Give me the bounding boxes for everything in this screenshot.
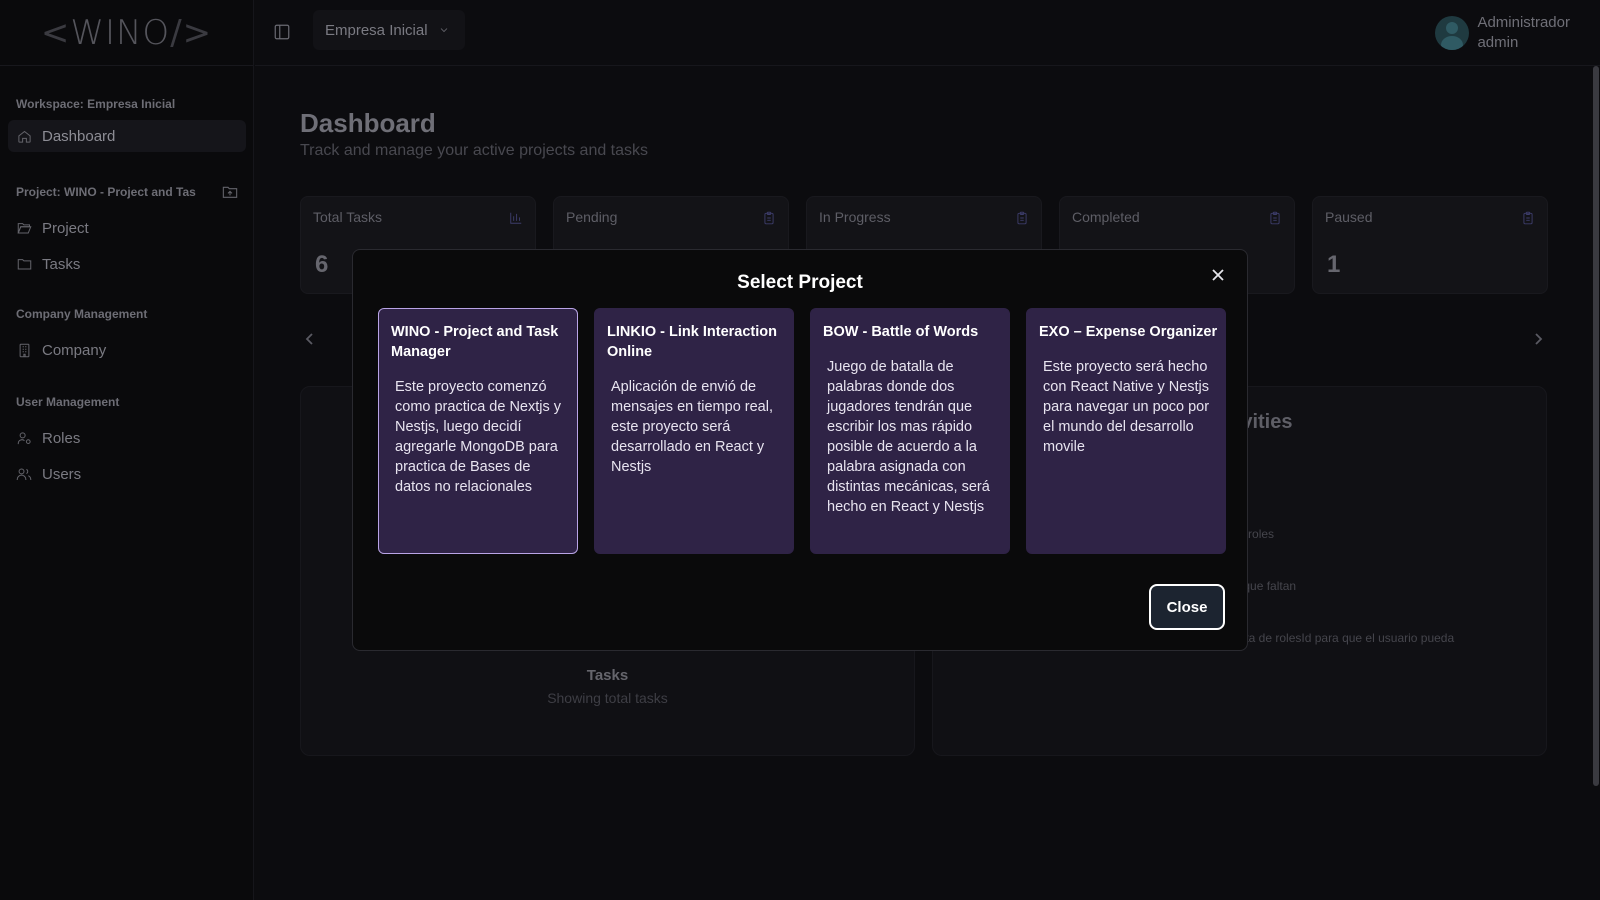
project-name: LINKIO - Link Interaction Online [607,324,777,360]
project-name: WINO - Project and Task Manager [391,324,559,360]
project-name: EXO – Expense Organizer [1039,324,1218,340]
project-card-exo[interactable]: EXO – Expense Organizer Este proyecto se… [1026,308,1226,554]
project-card-bow[interactable]: BOW - Battle of Words Juego de batalla d… [810,308,1010,554]
project-name: BOW - Battle of Words [823,324,979,340]
project-card-linkio[interactable]: LINKIO - Link Interaction Online Aplicac… [594,308,794,554]
project-card-wino[interactable]: WINO - Project and Task Manager Este pro… [378,308,578,554]
project-description: Este proyecto comenzó como practica de N… [395,379,562,495]
close-button[interactable]: Close [1149,584,1225,630]
project-description: Aplicación de envió de mensajes en tiemp… [611,379,773,475]
project-description: Juego de batalla de palabras donde dos j… [827,359,990,515]
project-description: Este proyecto será hecho con React Nativ… [1043,359,1210,455]
close-icon[interactable] [1211,268,1225,282]
select-project-dialog: Select Project WINO - Project and Task M… [352,249,1248,651]
dialog-title: Select Project [737,272,863,293]
